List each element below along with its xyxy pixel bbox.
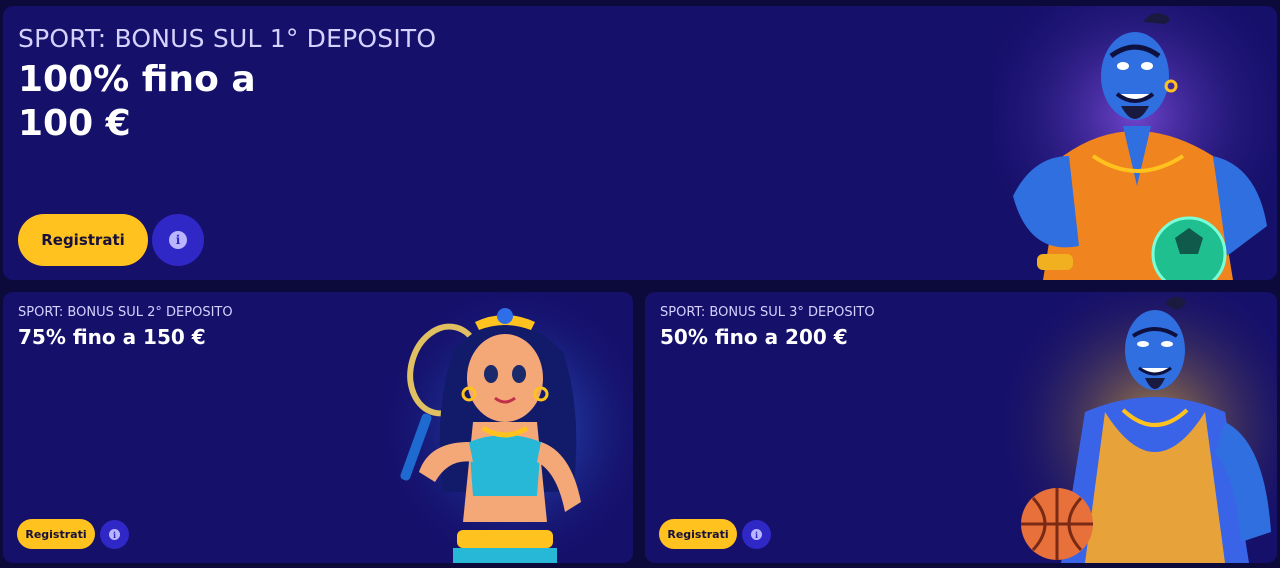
info-icon: i [169,231,187,249]
genie-with-soccer-ball-illustration [993,6,1277,280]
princess-with-tennis-racket-illustration [373,292,633,563]
info-button[interactable]: i [742,520,771,549]
info-button[interactable]: i [100,520,129,549]
genie-with-basketball-illustration [1005,292,1277,563]
bonus-subtitle: SPORT: BONUS SUL 1° DEPOSITO [18,24,437,53]
register-button[interactable]: Registrati [17,519,95,549]
bonus-title: 100% fino a 100 € [18,59,256,144]
bonus-title: 75% fino a 150 € [18,325,206,349]
bonus-subtitle: SPORT: BONUS SUL 2° DEPOSITO [18,305,233,320]
bonus-card-second-deposit: SPORT: BONUS SUL 2° DEPOSITO 75% fino a … [3,292,633,563]
bonus-title: 50% fino a 200 € [660,325,848,349]
bonus-subtitle: SPORT: BONUS SUL 3° DEPOSITO [660,305,875,320]
info-icon: i [109,529,120,540]
register-button[interactable]: Registrati [659,519,737,549]
info-button[interactable]: i [152,214,204,266]
info-icon: i [751,529,762,540]
bonus-card-third-deposit: SPORT: BONUS SUL 3° DEPOSITO 50% fino a … [645,292,1277,563]
bonus-card-first-deposit: SPORT: BONUS SUL 1° DEPOSITO 100% fino a… [3,6,1277,280]
register-button[interactable]: Registrati [18,214,148,266]
